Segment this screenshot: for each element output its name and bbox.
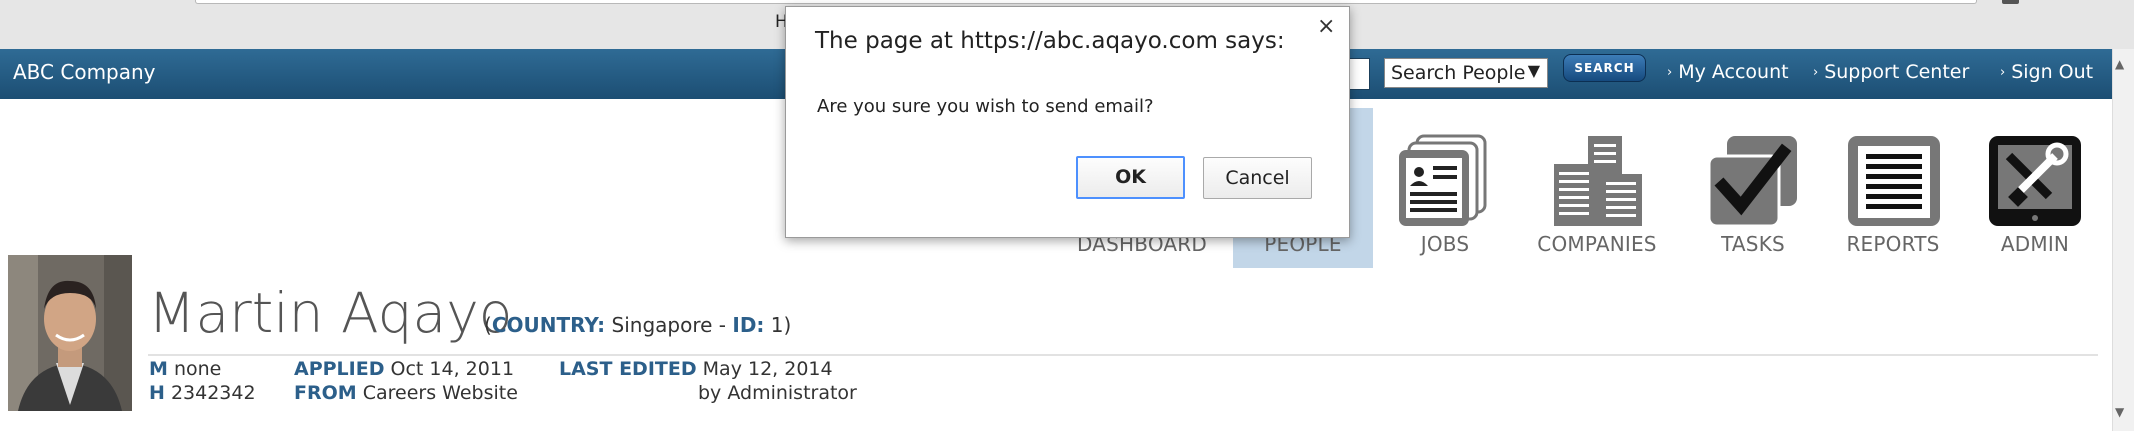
sign-out-link[interactable]: › Sign Out: [2000, 61, 2093, 83]
module-admin-label[interactable]: ADMIN: [1985, 232, 2085, 256]
profile-divider: [148, 354, 2098, 356]
tasks-icon[interactable]: [1705, 134, 1801, 229]
applied-date: APPLIED Oct 14, 2011: [294, 358, 515, 380]
search-scope-value: Search People: [1391, 62, 1526, 84]
admin-icon[interactable]: [1987, 134, 2083, 229]
search-button[interactable]: SEARCH: [1563, 54, 1646, 82]
companies-icon[interactable]: [1550, 134, 1646, 229]
id-value: 1: [770, 313, 784, 337]
scroll-up-arrow-icon[interactable]: ▲: [2115, 57, 2124, 71]
meta-separator: -: [712, 313, 733, 337]
address-bar[interactable]: [195, 0, 1977, 4]
country-value: Singapore: [611, 313, 713, 337]
module-companies-label[interactable]: COMPANIES: [1532, 232, 1662, 256]
person-name: Martin Aqayo: [148, 281, 513, 345]
dialog-title: The page at https://abc.aqayo.com says:: [815, 28, 1285, 54]
edited-by: by Administrator: [698, 382, 857, 404]
brand-name[interactable]: ABC Company: [13, 60, 156, 84]
search-scope-select[interactable]: Search People ▼: [1384, 58, 1548, 88]
jobs-icon[interactable]: [1395, 134, 1491, 229]
support-center-link[interactable]: › Support Center: [1813, 61, 1969, 83]
chevron-right-icon: ›: [1667, 65, 1673, 80]
page-scrollbar[interactable]: [2112, 49, 2134, 431]
extension-icon[interactable]: [2002, 0, 2019, 4]
my-account-link[interactable]: › My Account: [1667, 61, 1789, 83]
scroll-down-arrow-icon[interactable]: ▼: [2115, 405, 2124, 419]
module-tasks-label[interactable]: TASKS: [1705, 232, 1801, 256]
person-meta: (COUNTRY: Singapore - ID: 1): [484, 313, 792, 337]
dropdown-arrow-icon: ▼: [1527, 61, 1540, 80]
module-jobs-label[interactable]: JOBS: [1400, 232, 1490, 256]
id-label: ID:: [732, 313, 765, 337]
close-icon[interactable]: ×: [1317, 14, 1335, 39]
country-label: COUNTRY:: [491, 313, 606, 337]
applied-source: FROM Careers Website: [294, 382, 518, 404]
home-phone: H 2342342: [149, 382, 256, 404]
chevron-right-icon: ›: [2000, 65, 2006, 80]
ok-button[interactable]: OK: [1076, 156, 1185, 199]
avatar: [8, 255, 132, 411]
cancel-button[interactable]: Cancel: [1203, 157, 1312, 199]
dialog-message: Are you sure you wish to send email?: [817, 96, 1154, 117]
chevron-right-icon: ›: [1813, 65, 1819, 80]
last-edited: LAST EDITED May 12, 2014: [559, 358, 833, 380]
mobile-phone: M none: [149, 358, 222, 380]
reports-icon[interactable]: [1846, 134, 1942, 229]
module-reports-label[interactable]: REPORTS: [1838, 232, 1948, 256]
